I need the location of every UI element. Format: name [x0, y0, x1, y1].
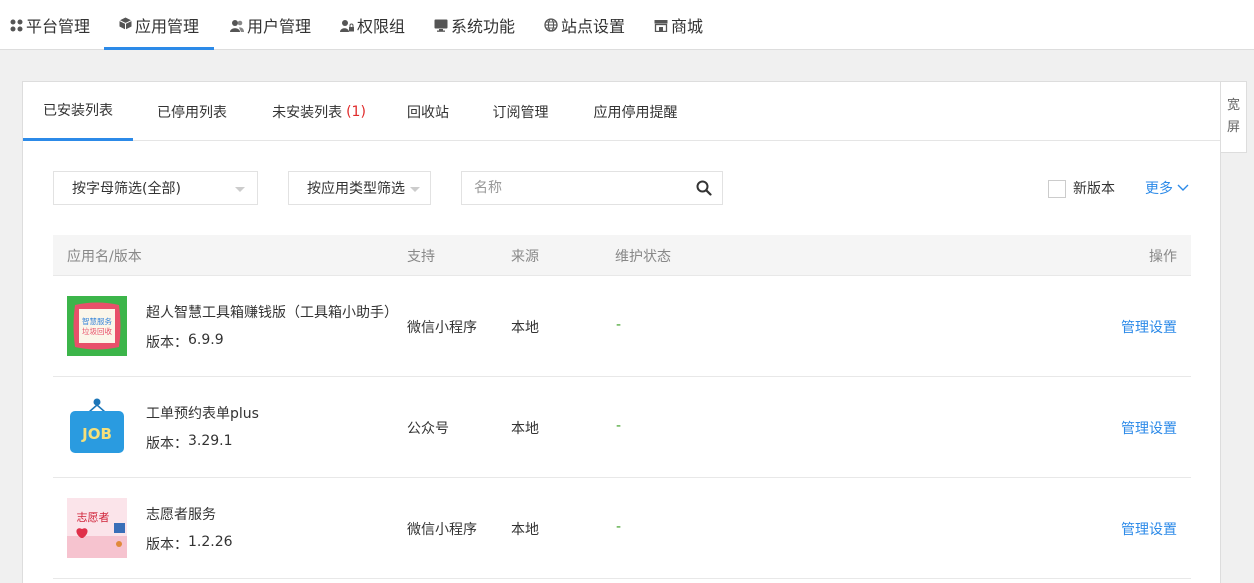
support-cell: 微信小程序 — [407, 522, 477, 538]
chevron-down-icon — [1173, 180, 1189, 196]
tab-not-installed[interactable]: 未安装列表 (1) — [259, 82, 379, 141]
filter-label: 按应用类型筛选 — [307, 181, 405, 197]
table-row: JOB 工单预约表单plus 版本： 3.29.1 公众号 本地 - 管理设置 — [53, 377, 1191, 478]
tab-recycle[interactable]: 回收站 — [398, 82, 458, 141]
status-cell: - — [616, 317, 622, 333]
source-cell: 本地 — [511, 421, 539, 437]
version-label: 版本： — [146, 335, 188, 351]
cube-icon — [119, 17, 132, 30]
header-maintenance: 维护状态 — [615, 249, 671, 265]
count-badge: (1) — [346, 103, 366, 120]
wide-screen-toggle[interactable]: 宽 屏 — [1221, 81, 1247, 153]
tab-disabled[interactable]: 已停用列表 — [147, 82, 237, 141]
table-header: 应用名/版本 支持 来源 维护状态 操作 — [53, 235, 1191, 276]
user-lock-icon — [340, 19, 354, 32]
header-action: 操作 — [1149, 249, 1177, 265]
toggle-label: 屏 — [1226, 120, 1240, 135]
tab-label: 已停用列表 — [157, 104, 227, 121]
filter-label: 按字母筛选(全部) — [72, 181, 181, 197]
app-name: 志愿者服务 — [146, 507, 216, 523]
nav-item-system[interactable]: 系统功能 — [434, 0, 515, 50]
nav-label: 商城 — [671, 17, 704, 36]
more-label: 更多 — [1145, 181, 1173, 197]
type-filter-select[interactable]: 按应用类型筛选 — [288, 171, 431, 205]
tab-bar: 已安装列表 已停用列表 未安装列表 (1) 回收站 订阅管理 应用停用提醒 — [23, 82, 1220, 141]
nav-label: 系统功能 — [451, 17, 516, 36]
nav-item-store[interactable]: 商城 — [654, 0, 703, 50]
app-version: 版本： 3.29.1 — [146, 433, 233, 453]
nav-label: 站点设置 — [561, 17, 626, 36]
nav-item-platform[interactable]: 平台管理 — [10, 0, 90, 50]
top-navigation: 平台管理 应用管理 用户管理 权限组 系统功能 站点设置 商城 — [0, 0, 1254, 50]
thumb-text: 垃圾回收 — [82, 326, 112, 336]
app-list-panel: 已安装列表 已停用列表 未安装列表 (1) 回收站 订阅管理 应用停用提醒 按字… — [22, 81, 1221, 583]
nav-label: 权限组 — [357, 17, 406, 36]
app-version: 版本： 1.2.26 — [146, 534, 233, 554]
users-icon — [230, 19, 244, 32]
manage-settings-link[interactable]: 管理设置 — [1121, 418, 1177, 438]
letter-filter-select[interactable]: 按字母筛选(全部) — [53, 171, 258, 205]
header-source: 来源 — [511, 249, 539, 265]
support-cell: 微信小程序 — [407, 320, 477, 336]
app-thumbnail: JOB — [67, 397, 127, 457]
nav-item-app-management[interactable]: 应用管理 — [104, 0, 214, 50]
app-name: 工单预约表单plus — [146, 406, 259, 422]
search-box — [461, 171, 723, 205]
nav-item-site-settings[interactable]: 站点设置 — [544, 0, 625, 50]
app-version: 版本： 6.9.9 — [146, 332, 224, 352]
table-row: 智慧服务 垃圾回收 超人智慧工具箱赚钱版（工具箱小助手） 版本： 6.9.9 微信… — [53, 276, 1191, 377]
thumb-text: 志愿者 — [77, 511, 110, 524]
thumb-text: JOB — [81, 425, 112, 443]
tab-stop-reminder[interactable]: 应用停用提醒 — [583, 82, 688, 141]
tab-subscription[interactable]: 订阅管理 — [483, 82, 558, 141]
source-cell: 本地 — [511, 320, 539, 336]
source-cell: 本地 — [511, 522, 539, 538]
version-value: 6.9.9 — [188, 332, 224, 348]
store-icon — [654, 19, 668, 32]
new-version-label: 新版本 — [1073, 181, 1115, 197]
nav-label: 平台管理 — [26, 17, 91, 36]
tab-label: 回收站 — [407, 104, 449, 121]
manage-settings-link[interactable]: 管理设置 — [1121, 519, 1177, 539]
header-name: 应用名/版本 — [67, 249, 142, 265]
toggle-label: 宽 — [1226, 98, 1240, 113]
support-cell: 公众号 — [407, 421, 449, 437]
app-name: 超人智慧工具箱赚钱版（工具箱小助手） — [146, 305, 398, 321]
tab-label: 已安装列表 — [43, 103, 113, 119]
caret-down-icon — [410, 187, 420, 192]
nav-item-permission-group[interactable]: 权限组 — [340, 0, 405, 50]
nav-item-users[interactable]: 用户管理 — [230, 0, 311, 50]
search-icon[interactable] — [696, 180, 712, 200]
new-version-checkbox[interactable] — [1048, 180, 1066, 198]
status-cell: - — [616, 519, 622, 535]
more-filters-button[interactable]: 更多 — [1145, 178, 1189, 198]
version-value: 3.29.1 — [188, 433, 233, 449]
version-label: 版本： — [146, 436, 188, 452]
version-label: 版本： — [146, 537, 188, 553]
version-value: 1.2.26 — [188, 534, 233, 550]
nav-label: 应用管理 — [134, 16, 199, 36]
tab-label: 未安装列表 — [272, 104, 343, 121]
status-cell: - — [616, 418, 622, 434]
header-support: 支持 — [407, 249, 435, 265]
thumb-text: 智慧服务 — [82, 316, 112, 326]
grid-icon — [10, 19, 23, 32]
manage-settings-link[interactable]: 管理设置 — [1121, 317, 1177, 337]
tab-label: 应用停用提醒 — [593, 104, 678, 121]
table-row: 志愿者 志愿者服务 版本： 1.2.26 微信小程序 本地 - 管理设置 — [53, 478, 1191, 579]
globe-icon — [544, 18, 558, 32]
tab-label: 订阅管理 — [492, 104, 549, 121]
nav-label: 用户管理 — [247, 17, 312, 36]
monitor-icon — [434, 19, 448, 32]
tab-installed[interactable]: 已安装列表 — [23, 82, 133, 141]
app-thumbnail: 志愿者 — [67, 498, 127, 558]
search-input[interactable] — [462, 172, 682, 204]
app-thumbnail: 智慧服务 垃圾回收 — [67, 296, 127, 356]
caret-down-icon — [235, 187, 245, 192]
